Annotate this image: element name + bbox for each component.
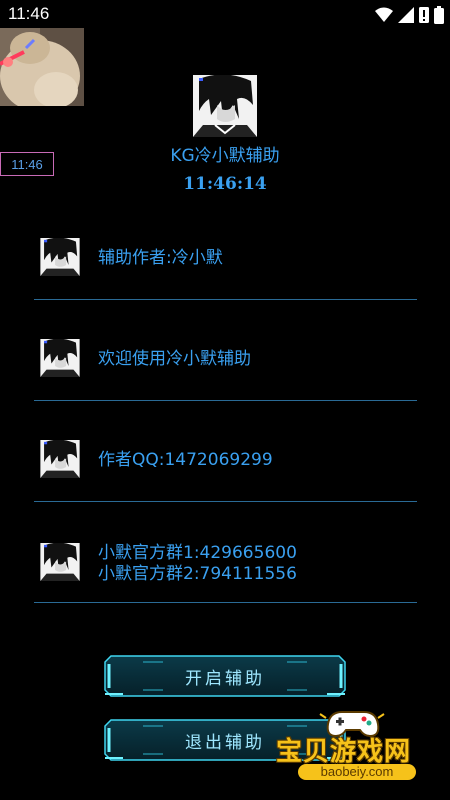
info-list-item: 辅助作者:冷小默 (34, 198, 417, 300)
info-text: 欢迎使用冷小默辅助 (98, 349, 251, 370)
info-list-item: 小默官方群1:429665600 小默官方群2:794111556 (34, 501, 417, 603)
status-time: 11:46 (8, 4, 50, 23)
info-text-line: 作者QQ:1472069299 (98, 450, 273, 470)
live-clock: 11:46:14 (183, 174, 267, 194)
site-watermark: 宝贝游戏网 baobeiy.com (272, 704, 450, 800)
wifi-icon (375, 7, 393, 23)
app-title: KG冷小默辅助 (170, 146, 280, 166)
status-bar: 11:46 (0, 0, 450, 30)
info-text: 辅助作者:冷小默 (98, 248, 223, 269)
info-text-line: 辅助作者:冷小默 (98, 248, 223, 268)
info-list-item: 欢迎使用冷小默辅助 (34, 299, 417, 401)
notification-icon (419, 7, 429, 23)
info-text: 小默官方群1:429665600 小默官方群2:794111556 (98, 543, 297, 585)
status-icons (375, 6, 444, 24)
info-text-line: 小默官方群1:429665600 (98, 543, 297, 563)
divider (34, 602, 417, 603)
item-avatar (40, 440, 80, 478)
item-avatar (40, 543, 80, 581)
info-text-line: 欢迎使用冷小默辅助 (98, 349, 251, 369)
signal-icon (398, 7, 414, 23)
info-text: 作者QQ:1472069299 (98, 450, 273, 471)
start-assist-button[interactable]: 开启辅助 (103, 654, 347, 698)
start-assist-label: 开启辅助 (185, 668, 265, 689)
overlay-video-thumbnail[interactable] (0, 28, 84, 106)
info-list-item: 作者QQ:1472069299 (34, 400, 417, 502)
avatar (193, 75, 257, 137)
info-text-line: 小默官方群2:794111556 (98, 564, 297, 584)
item-avatar (40, 339, 80, 377)
item-avatar (40, 238, 80, 276)
battery-icon (434, 6, 444, 24)
watermark-text: 宝贝游戏网 (276, 737, 412, 767)
watermark-url: baobeiy.com (298, 764, 416, 780)
